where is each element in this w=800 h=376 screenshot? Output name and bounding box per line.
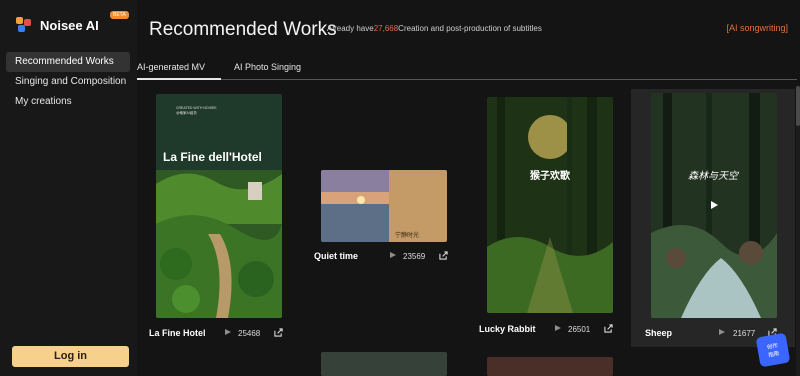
card-title[interactable]: Lucky Rabbit	[479, 324, 536, 334]
play-icon[interactable]	[719, 329, 725, 335]
tab-ai-photo-singing[interactable]: AI Photo Singing	[234, 62, 301, 72]
creation-guide-badge[interactable]: 创作 指南	[755, 332, 791, 368]
play-overlay-icon[interactable]	[711, 201, 718, 209]
play-icon[interactable]	[390, 252, 396, 258]
thumb-title: 猴子欢歌	[530, 171, 570, 182]
card-thumbnail-quiet-time[interactable]: 宁静时光	[321, 170, 447, 242]
app-name: Noisee AI	[40, 17, 99, 33]
scrollbar-track[interactable]	[796, 86, 800, 376]
logo[interactable]: Noisee AI	[16, 17, 99, 33]
scrollbar-thumb[interactable]	[796, 86, 800, 126]
card-title[interactable]: Sheep	[645, 328, 672, 338]
sidebar-item-recommended-works[interactable]: Recommended Works	[6, 52, 130, 72]
card-thumbnail-lucky-rabbit[interactable]: 猴子欢歌	[487, 97, 613, 313]
play-icon[interactable]	[225, 329, 231, 335]
beta-badge: BETA	[110, 11, 129, 19]
play-icon[interactable]	[555, 325, 561, 331]
play-count: 21677	[733, 329, 756, 338]
stats-text: Already have27,668Creation and post-prod…	[327, 24, 542, 33]
login-button[interactable]: Log in	[12, 346, 129, 367]
thumb-brand-sub: @俺家AI组务	[176, 111, 197, 115]
sidebar-nav: Recommended Works Singing and Compositio…	[6, 52, 130, 112]
app-window: Noisee AI BETA Recommended Works Singing…	[0, 0, 800, 376]
play-count: 26501	[568, 325, 591, 334]
badge-line1: 创作	[766, 343, 779, 351]
sidebar: Noisee AI BETA Recommended Works Singing…	[0, 0, 137, 376]
tab-bar: AI-generated MV AI Photo Singing	[137, 58, 797, 80]
share-icon[interactable]	[604, 324, 613, 333]
card-title[interactable]: La Fine Hotel	[149, 328, 206, 338]
thumb-title: La Fine dell'Hotel	[163, 150, 262, 164]
stats-prefix: Already have	[327, 24, 374, 33]
play-count: 23569	[403, 252, 426, 261]
stats-suffix: Creation and post-production of subtitle…	[398, 24, 542, 33]
ai-songwriting-link[interactable]: [AI songwriting]	[726, 23, 788, 33]
sunlit-jungle-image	[487, 97, 613, 313]
noisee-logo-icon	[16, 17, 32, 33]
stats-number: 27,668	[373, 24, 399, 33]
thumb-title: 森林与天空	[688, 171, 738, 182]
sidebar-item-singing-and-composition[interactable]: Singing and Composition	[6, 72, 130, 92]
card-thumbnail-next-row[interactable]	[321, 352, 447, 376]
card-title[interactable]: Quiet time	[314, 251, 358, 261]
sunset-beach-image	[321, 170, 447, 242]
share-icon[interactable]	[274, 328, 283, 337]
sidebar-item-my-creations[interactable]: My creations	[6, 92, 130, 112]
thumb-brand: CREATED WITH NOISEE	[176, 106, 217, 110]
active-tab-indicator	[137, 78, 221, 80]
badge-line2: 指南	[767, 351, 780, 359]
thumb-title: 宁静时光	[395, 233, 420, 239]
card-thumbnail-sheep[interactable]: 森林与天空	[651, 93, 777, 318]
play-count: 25468	[238, 329, 261, 338]
card-thumbnail-la-fine-hotel[interactable]: CREATED WITH NOISEE @俺家AI组务 La Fine dell…	[156, 94, 282, 318]
page-title: Recommended Works	[149, 19, 337, 40]
share-icon[interactable]	[439, 251, 448, 260]
card-thumbnail-next-row[interactable]	[487, 357, 613, 376]
forest-landscape-image	[156, 94, 282, 318]
tab-ai-generated-mv[interactable]: AI-generated MV	[137, 62, 205, 72]
